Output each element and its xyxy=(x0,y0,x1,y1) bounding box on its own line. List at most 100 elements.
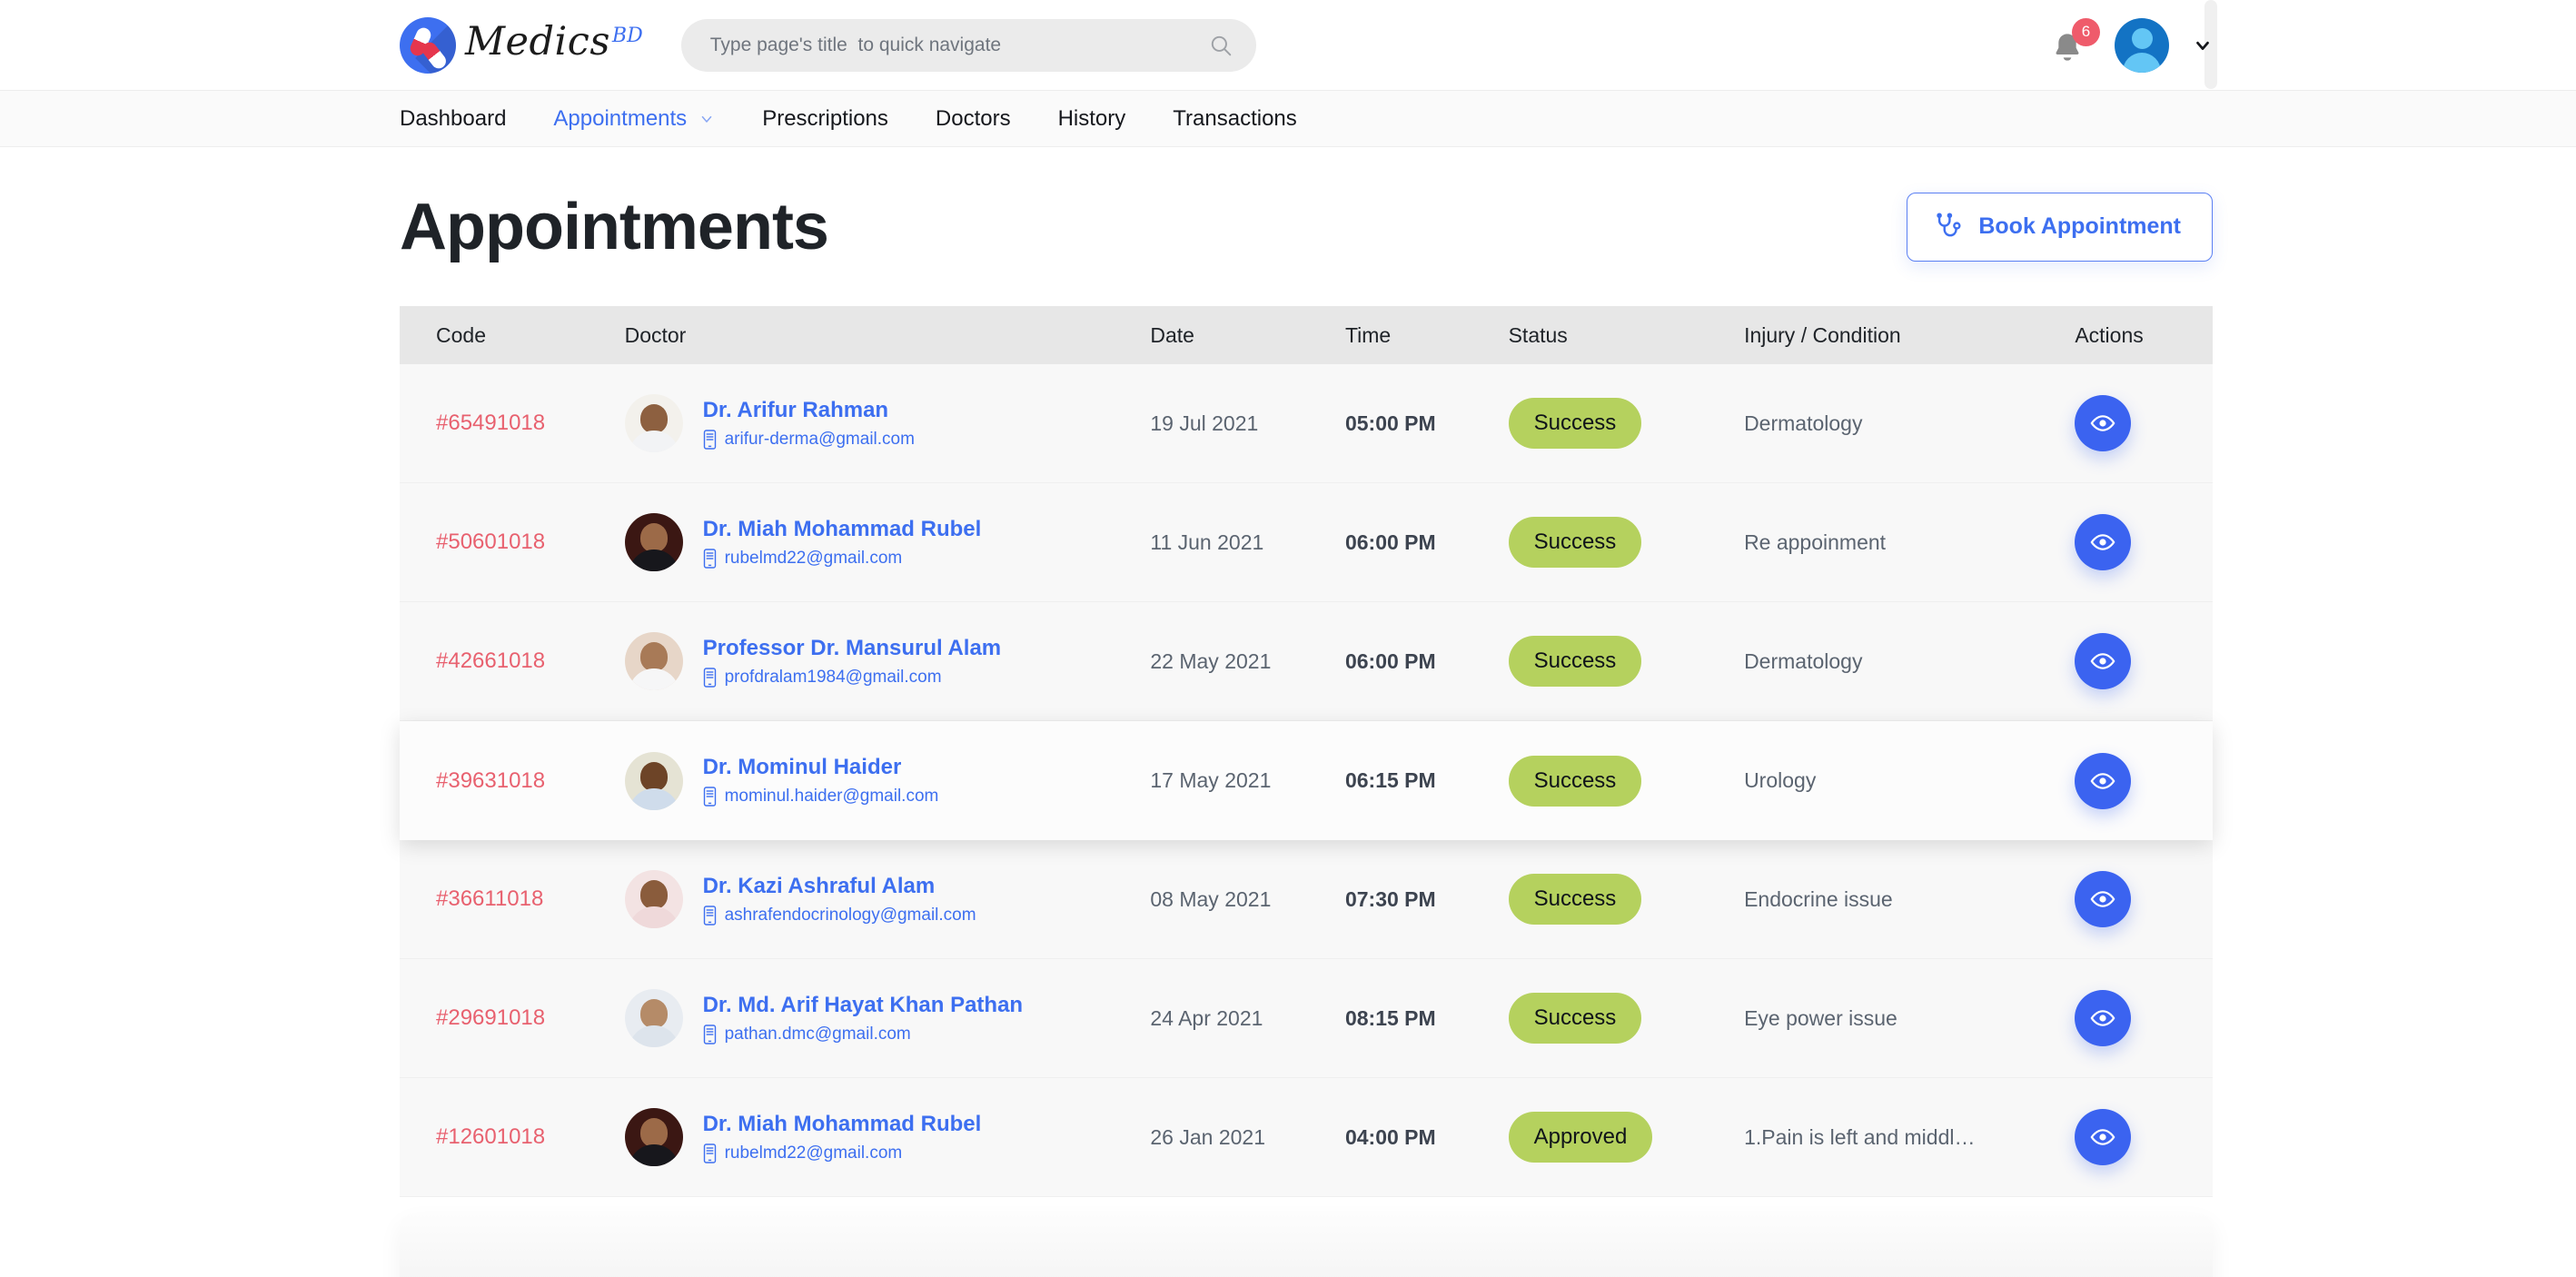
appointment-code: #50601018 xyxy=(436,530,546,554)
table-row[interactable]: #65491018 Dr. Arifur Rahman arifur-derma@g… xyxy=(400,364,2213,483)
cell-time: 08:15 PM xyxy=(1338,1006,1501,1031)
page-scrollbar[interactable] xyxy=(2204,0,2217,89)
view-appointment-button[interactable] xyxy=(2075,1109,2132,1165)
cell-time: 06:00 PM xyxy=(1338,649,1501,674)
view-appointment-button[interactable] xyxy=(2075,871,2132,927)
appointment-code: #42661018 xyxy=(436,648,546,673)
nav-item-label: Appointments xyxy=(553,105,688,131)
column-header-code: Code xyxy=(436,322,486,347)
cell-injury: Dermatology xyxy=(1737,649,2067,674)
avatar xyxy=(624,751,683,810)
avatar xyxy=(624,870,683,928)
table-row[interactable]: #50601018 Dr. Miah Mohammad Rubel rubelmd2… xyxy=(400,483,2213,602)
avatar xyxy=(624,989,683,1047)
book-appointment-button[interactable]: Book Appointment xyxy=(1907,192,2213,262)
status-badge: Success xyxy=(1508,874,1642,925)
doctor-name[interactable]: Dr. Arifur Rahman xyxy=(703,398,915,423)
mobile-phone-icon xyxy=(703,429,716,450)
column-header-injury: Injury / Condition xyxy=(1744,322,1901,347)
brand-name: Medics xyxy=(465,19,610,64)
appointments-table: Code Doctor Date Time Status Injury / Conditi… xyxy=(400,306,2213,1197)
page-header: Appointments Book Appointment xyxy=(0,147,2576,306)
doctor-email[interactable]: pathan.dmc@gmail.com xyxy=(703,1025,1024,1044)
column-header-doctor: Doctor xyxy=(624,322,687,347)
cell-time: 07:30 PM xyxy=(1338,887,1501,912)
doctor-email[interactable]: mominul.haider@gmail.com xyxy=(703,787,939,807)
cell-time: 06:15 PM xyxy=(1338,768,1501,793)
page-content: Appointments Book Appointment Code Doctor… xyxy=(0,147,2576,1277)
doctor-name[interactable]: Dr. Miah Mohammad Rubel xyxy=(703,1112,982,1137)
cell-status: Success xyxy=(1501,636,1737,687)
column-header-date: Date xyxy=(1150,322,1194,347)
cell-actions xyxy=(2067,514,2213,570)
top-bar: Medics BD 6 xyxy=(0,0,2576,90)
table-row[interactable]: #42661018 Professor Dr. Mansurul Alam prof… xyxy=(400,602,2213,721)
appointment-time: 06:15 PM xyxy=(1344,768,1436,792)
view-appointment-button[interactable] xyxy=(2075,633,2132,689)
view-appointment-button[interactable] xyxy=(2075,752,2132,809)
nav-item-appointments[interactable]: Appointments xyxy=(553,106,715,132)
appointment-code: #36611018 xyxy=(436,886,544,911)
nav-item-doctors[interactable]: Doctors xyxy=(936,106,1011,132)
mobile-phone-icon xyxy=(703,787,716,807)
nav-item-prescriptions[interactable]: Prescriptions xyxy=(762,106,888,132)
chevron-down-icon[interactable] xyxy=(698,111,715,127)
doctor-email[interactable]: profdralam1984@gmail.com xyxy=(703,668,1002,688)
appointment-date: 17 May 2021 xyxy=(1150,768,1272,792)
brand-logo[interactable]: Medics BD xyxy=(400,16,643,74)
top-bar-actions: 6 xyxy=(2049,17,2213,73)
doctor-name[interactable]: Dr. Miah Mohammad Rubel xyxy=(703,517,982,542)
appointment-code: #39631018 xyxy=(436,767,546,793)
cell-status: Success xyxy=(1501,517,1737,568)
book-appointment-label: Book Appointment xyxy=(1978,213,2181,239)
injury-condition: Dermatology xyxy=(1744,648,1863,673)
status-badge: Success xyxy=(1508,517,1642,568)
table-row[interactable]: #29691018 Dr. Md. Arif Hayat Khan Pathan p… xyxy=(400,959,2213,1078)
nav-item-history[interactable]: History xyxy=(1058,106,1126,132)
notifications-button[interactable]: 6 xyxy=(2049,17,2100,66)
notification-count-badge: 6 xyxy=(2072,17,2100,46)
user-avatar-icon[interactable] xyxy=(2115,17,2169,73)
appointment-time: 07:30 PM xyxy=(1344,886,1436,911)
cell-injury: Re appoinment xyxy=(1737,530,2067,555)
table-row[interactable]: #36611018 Dr. Kazi Ashraful Alam ashrafend… xyxy=(400,840,2213,959)
doctor-name[interactable]: Dr. Kazi Ashraful Alam xyxy=(703,874,976,899)
doctor-email[interactable]: arifur-derma@gmail.com xyxy=(703,430,915,450)
nav-item-transactions[interactable]: Transactions xyxy=(1173,106,1297,132)
cell-time: 05:00 PM xyxy=(1338,411,1501,436)
doctor-email[interactable]: rubelmd22@gmail.com xyxy=(703,1143,982,1163)
cell-date: 17 May 2021 xyxy=(1143,768,1338,793)
cell-status: Success xyxy=(1501,398,1737,449)
global-search[interactable] xyxy=(680,18,1256,72)
doctor-name[interactable]: Professor Dr. Mansurul Alam xyxy=(703,636,1002,661)
table-row[interactable]: #12601018 Dr. Miah Mohammad Rubel rubelmd2… xyxy=(400,1078,2213,1197)
cell-actions xyxy=(2067,990,2213,1046)
cell-doctor: Dr. Md. Arif Hayat Khan Pathan pathan.dmc… xyxy=(618,989,1144,1047)
cell-doctor: Dr. Arifur Rahman arifur-derma@gmail.com xyxy=(618,394,1144,452)
view-appointment-button[interactable] xyxy=(2075,395,2132,451)
appointment-code: #12601018 xyxy=(436,1124,546,1149)
doctor-email[interactable]: ashrafendocrinology@gmail.com xyxy=(703,906,976,926)
cell-injury: Dermatology xyxy=(1737,411,2067,436)
search-input[interactable] xyxy=(709,34,1209,56)
injury-condition: Re appoinment xyxy=(1744,530,1887,554)
appointment-date: 11 Jun 2021 xyxy=(1150,530,1264,554)
doctor-email-text: rubelmd22@gmail.com xyxy=(724,548,903,568)
view-appointment-button[interactable] xyxy=(2075,990,2132,1046)
table-row[interactable]: #39631018 Dr. Mominul Haider mominul.haide… xyxy=(400,721,2213,840)
doctor-email-text: mominul.haider@gmail.com xyxy=(724,787,939,806)
doctor-name[interactable]: Dr. Md. Arif Hayat Khan Pathan xyxy=(703,993,1024,1018)
appointment-date: 19 Jul 2021 xyxy=(1150,411,1259,435)
doctor-name[interactable]: Dr. Mominul Haider xyxy=(703,755,939,780)
cell-code: #50601018 xyxy=(400,530,618,555)
avatar xyxy=(624,513,683,571)
doctor-email[interactable]: rubelmd22@gmail.com xyxy=(703,549,982,569)
eye-icon xyxy=(2090,1010,2115,1026)
cell-date: 22 May 2021 xyxy=(1143,649,1338,674)
cell-actions xyxy=(2067,752,2213,809)
cell-doctor: Dr. Miah Mohammad Rubel rubelmd22@gmail.c… xyxy=(618,1108,1144,1166)
nav-item-dashboard[interactable]: Dashboard xyxy=(400,106,506,132)
doctor-email-text: arifur-derma@gmail.com xyxy=(724,429,915,449)
avatar xyxy=(624,1108,683,1166)
view-appointment-button[interactable] xyxy=(2075,514,2132,570)
